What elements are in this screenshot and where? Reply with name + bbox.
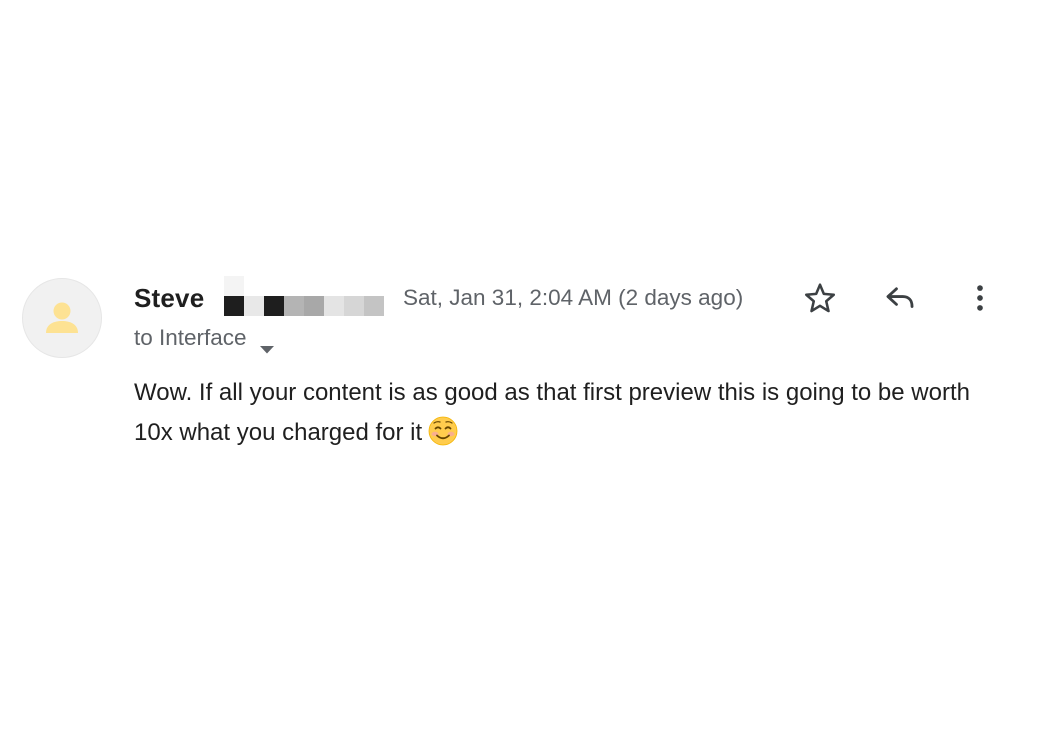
star-button[interactable] — [798, 276, 842, 320]
email-body-text: Wow. If all your content is as good as t… — [134, 379, 970, 446]
email-body: Wow. If all your content is as good as t… — [134, 373, 1014, 459]
recipient-text: to Interface — [134, 325, 247, 350]
star-icon — [804, 283, 836, 313]
smiling-face-emoji — [428, 416, 458, 459]
person-icon — [46, 302, 78, 333]
reply-icon — [886, 287, 914, 308]
redacted-sender-email — [224, 276, 384, 316]
more-vert-icon — [977, 285, 983, 311]
recipient-details-toggle[interactable] — [259, 333, 275, 354]
more-options-button[interactable] — [958, 276, 1002, 320]
email-timestamp[interactable]: Sat, Jan 31, 2:04 AM (2 days ago) — [403, 283, 743, 313]
caret-down-icon — [259, 346, 274, 354]
recipient-line: to Interface — [134, 323, 275, 354]
reply-button[interactable] — [878, 276, 922, 320]
sender-name[interactable]: Steve — [134, 281, 204, 315]
email-message: Steve Sat, Jan 31, 2:04 AM (2 days ago) … — [0, 0, 1042, 752]
sender-avatar[interactable] — [22, 278, 102, 358]
